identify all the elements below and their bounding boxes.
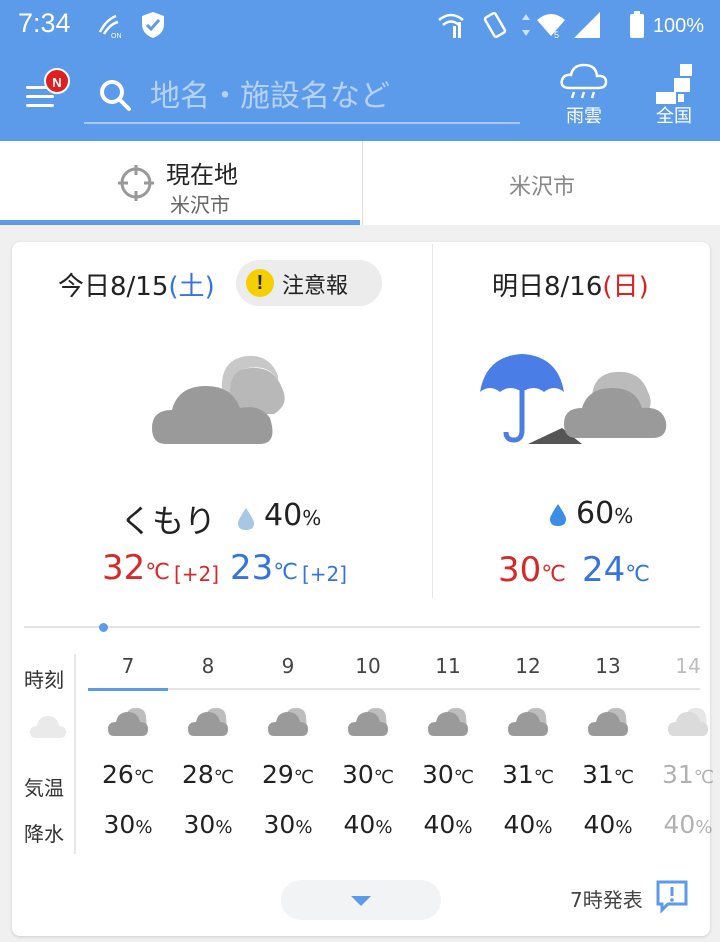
cloudy-icon: [188, 704, 228, 738]
city-tab-label: 米沢市: [508, 175, 575, 200]
alert-chip[interactable]: ! 注意報: [236, 260, 382, 306]
hour-label: 14: [675, 654, 701, 678]
hour-temp: 26℃: [101, 760, 155, 789]
app-header: 7:34 ON 5 100% N 雨雲 全国: [0, 0, 720, 141]
current-location-title: 現在地: [166, 161, 238, 189]
cloudy-icon: [668, 704, 708, 738]
hour-temp: 31℃: [661, 760, 715, 789]
location-tabs: 現在地 米沢市 米沢市: [0, 141, 720, 225]
nationwide-button[interactable]: 全国: [634, 60, 714, 132]
hour-temp: 30℃: [341, 760, 395, 789]
tomorrow-precip: 60%: [576, 496, 634, 531]
time-slider-handle[interactable]: [99, 623, 108, 632]
current-location-city: 米沢市: [170, 193, 230, 217]
rain-then-cloudy-icon: [480, 354, 667, 444]
hour-temp: 30℃: [421, 760, 475, 789]
feedback-icon[interactable]: [654, 878, 690, 914]
tomorrow-weekday: (日): [602, 272, 649, 302]
svg-text:ON: ON: [111, 33, 122, 40]
time-slider-track[interactable]: [24, 626, 700, 628]
tomorrow-date: 明日8/16(日): [492, 272, 649, 302]
wifi-call-icon: [438, 13, 464, 38]
battery-percent: 100%: [652, 15, 704, 37]
hourly-separator: [74, 654, 76, 854]
hour-temp: 31℃: [581, 760, 635, 789]
tomorrow-high-temp: 30℃: [498, 550, 566, 590]
today-low-diff: [+2]: [302, 562, 348, 586]
today-high-temp: 32℃: [102, 548, 170, 588]
hour-label: 13: [595, 654, 621, 678]
status-bar: 7:34 ON 5 100%: [0, 0, 720, 52]
battery-icon: [630, 11, 644, 38]
water-drop-icon: [238, 508, 254, 530]
cloudy-icon: [508, 704, 548, 738]
shield-check-icon: [142, 12, 164, 38]
cloudy-icon: [152, 355, 285, 444]
hour-label: 9: [281, 654, 295, 678]
cloudy-icon: [108, 704, 148, 738]
cloudy-icon: [348, 704, 388, 738]
hour-precip: 40%: [503, 810, 553, 839]
menu-bar: [26, 95, 54, 98]
signal-icon: [574, 12, 600, 38]
hour-label: 10: [355, 654, 381, 678]
today-weekday: (土): [168, 272, 215, 302]
today-weather-text: くもり: [120, 502, 217, 540]
row-label-time: 時刻: [24, 668, 64, 692]
cloud-icon: [30, 716, 66, 738]
wifi-icon: 5: [537, 14, 565, 40]
day-divider: [432, 244, 433, 598]
alert-label: 注意報: [282, 274, 349, 299]
notification-badge: N: [44, 68, 70, 94]
tomorrow-low-temp: 24℃: [582, 550, 650, 590]
today-low-temp: 23℃: [230, 548, 298, 588]
hour-temp: 29℃: [261, 760, 315, 789]
search-icon: [100, 80, 131, 111]
cloudy-icon: [588, 704, 628, 738]
water-drop-icon: [550, 504, 566, 526]
row-label-temp: 気温: [24, 776, 64, 800]
row-label-precip: 降水: [24, 822, 64, 846]
svg-text:5: 5: [554, 30, 559, 40]
issued-time: 7時発表: [570, 888, 643, 912]
status-time: 7:34: [18, 8, 71, 38]
location-target-icon: [118, 165, 154, 201]
vibrate-icon: [483, 11, 507, 39]
hour-label: 7: [121, 654, 135, 678]
hour-precip: 40%: [423, 810, 473, 839]
hourly-underline: [88, 688, 700, 690]
today-precip: 40%: [264, 498, 322, 533]
nfc-icon: ON: [98, 14, 122, 40]
rain-cloud-button[interactable]: 雨雲: [544, 60, 624, 132]
cloudy-icon: [428, 704, 468, 738]
search-input[interactable]: [150, 74, 510, 118]
tab-city[interactable]: 米沢市: [362, 141, 720, 225]
hour-precip: 30%: [183, 810, 233, 839]
hour-label: 12: [515, 654, 541, 678]
hour-temp: 31℃: [501, 760, 555, 789]
hour-precip: 40%: [663, 810, 713, 839]
today-high-diff: [+2]: [174, 562, 220, 586]
hour-precip: 40%: [583, 810, 633, 839]
alert-icon: !: [246, 269, 274, 297]
hour-precip: 30%: [263, 810, 313, 839]
tab-current-location[interactable]: 現在地 米沢市: [0, 141, 360, 225]
rain-cloud-icon: [560, 63, 608, 99]
rain-cloud-label: 雨雲: [566, 106, 602, 127]
hour-temp: 28℃: [181, 760, 235, 789]
nationwide-label: 全国: [656, 106, 692, 127]
hour-label: 11: [435, 654, 461, 678]
expand-button[interactable]: [281, 880, 441, 920]
today-date: 今日8/15(土): [58, 272, 215, 302]
japan-map-icon: [656, 64, 692, 104]
cloudy-icon: [268, 704, 308, 738]
hour-precip: 30%: [103, 810, 153, 839]
hour-precip: 40%: [343, 810, 393, 839]
hourly-selected-indicator: [88, 688, 168, 691]
search-box[interactable]: [84, 70, 520, 124]
menu-bar: [26, 104, 54, 107]
hour-label: 8: [201, 654, 215, 678]
chevron-down-icon: [351, 896, 371, 906]
